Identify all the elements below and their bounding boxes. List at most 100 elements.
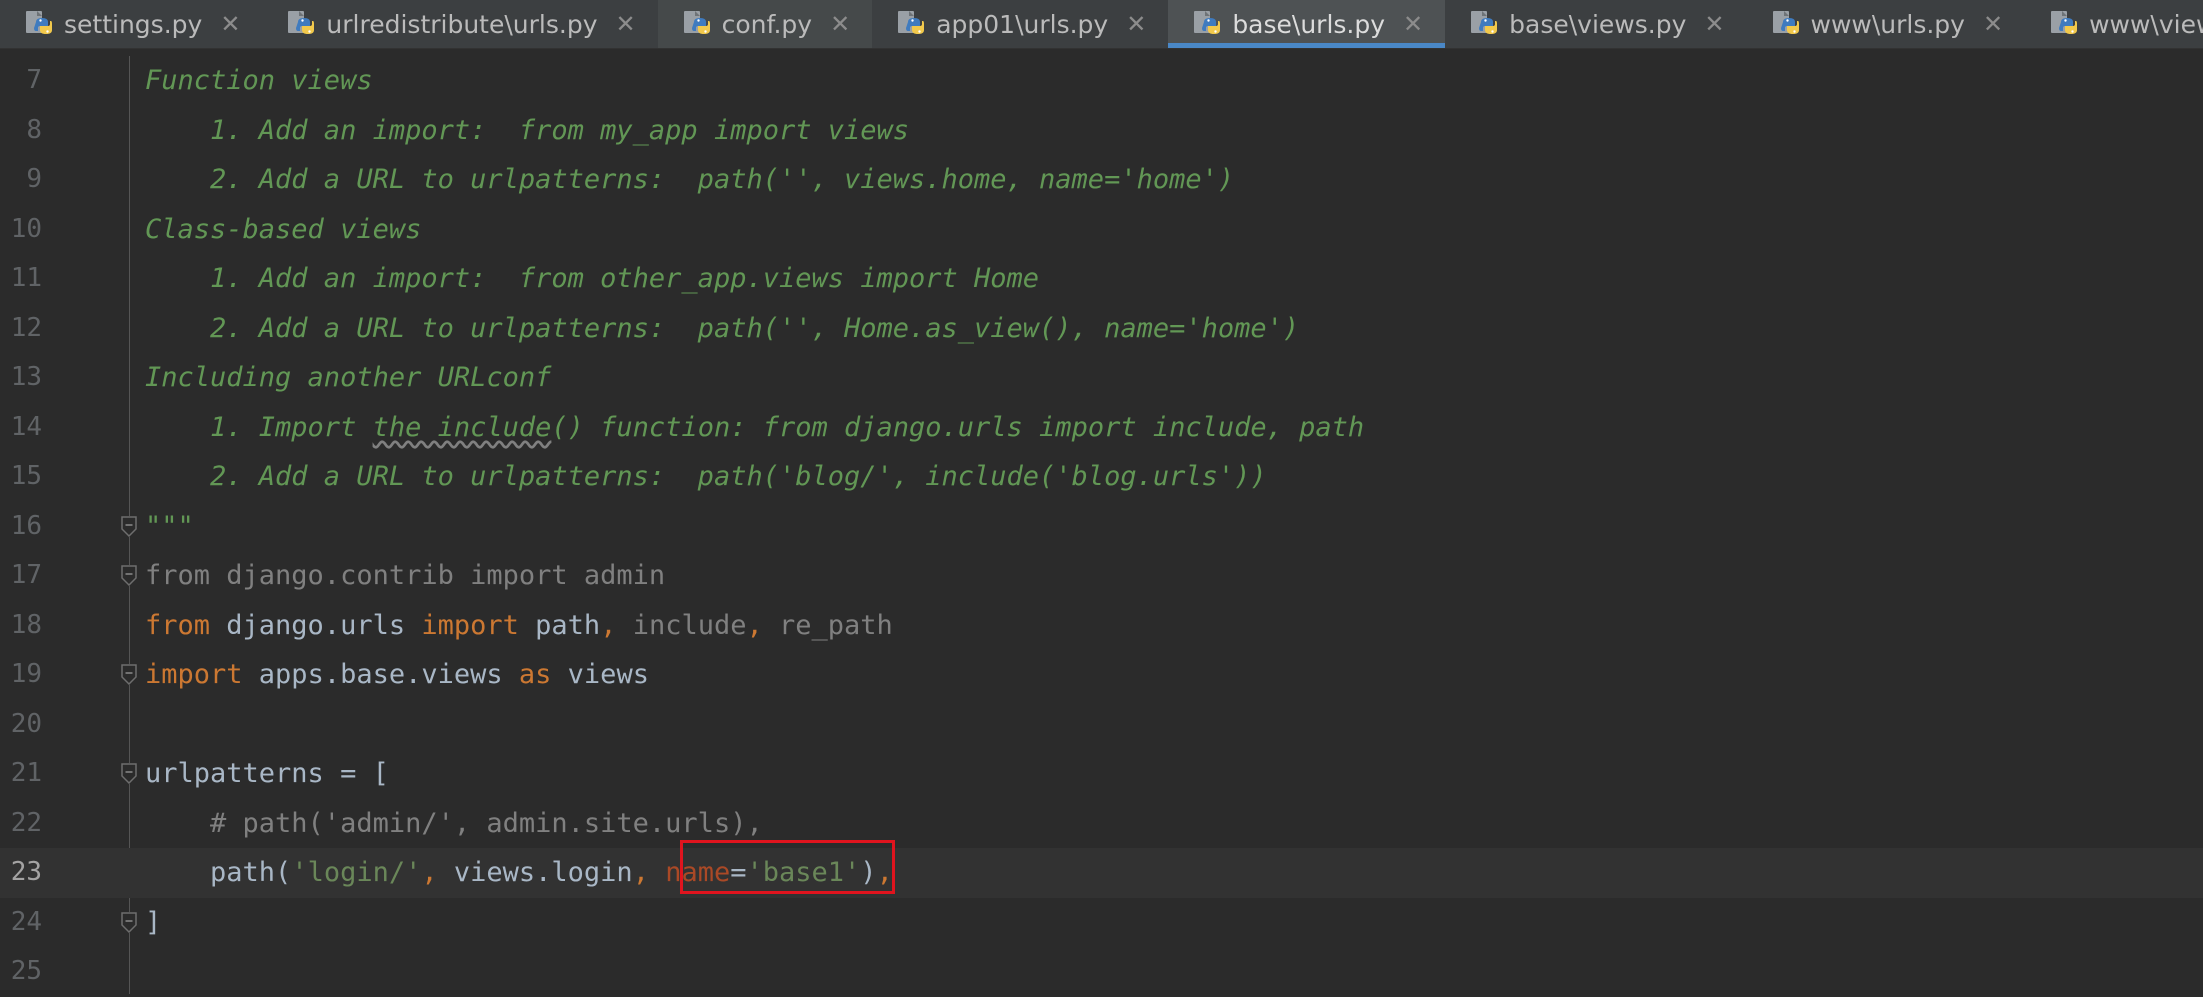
close-icon[interactable]: ✕ — [220, 10, 240, 38]
python-file-icon — [1772, 11, 1799, 34]
code-token: path — [535, 609, 601, 641]
highlight-annotation — [680, 840, 895, 894]
code-token: as — [518, 659, 568, 690]
close-icon[interactable]: ✕ — [1983, 10, 2003, 38]
code-line[interactable]: 20 — [0, 700, 2203, 750]
fold-marker-icon[interactable] — [121, 664, 137, 686]
tab-base-urls-py[interactable]: base\urls.py ✕ — [1168, 0, 1446, 48]
tab-settings-py[interactable]: settings.py ✕ — [0, 0, 263, 48]
code-token: views.login — [453, 857, 633, 888]
code-text: 2. Add a URL to urlpatterns: path('', Ho… — [145, 304, 1299, 354]
line-number: 18 — [10, 609, 42, 640]
tab-base-views-py[interactable]: base\views.py ✕ — [1445, 0, 1747, 48]
code-text: ] — [145, 898, 161, 948]
tab-urlredistribute-urls-py[interactable]: urlredistribute\urls.py ✕ — [262, 0, 658, 48]
line-number: 22 — [10, 807, 42, 838]
line-number: 17 — [10, 560, 42, 590]
code-line[interactable]: 21 urlpatterns = [ — [0, 749, 2203, 799]
code-token: 2. Add a URL to urlpatterns: path('', vi… — [145, 164, 1235, 195]
code-token: # path('admin/', admin.site.urls), — [145, 807, 763, 839]
python-file-icon — [2051, 11, 2078, 34]
tab-conf-py[interactable]: conf.py ✕ — [657, 0, 873, 48]
code-line[interactable]: 16 """ — [0, 502, 2203, 552]
tab-app01-urls-py[interactable]: app01\urls.py ✕ — [872, 0, 1169, 48]
code-text: Including another URLconf — [145, 353, 551, 403]
fold-marker-icon[interactable] — [121, 763, 137, 785]
code-line[interactable]: 10 Class-based views — [0, 205, 2203, 255]
code-line[interactable]: 11 1. Add an import: from other_app.view… — [0, 254, 2203, 304]
code-line[interactable]: 8 1. Add an import: from my_app import v… — [0, 106, 2203, 156]
code-text: 1. Add an import: from my_app import vie… — [145, 106, 909, 156]
code-token: () function: from django.urls import inc… — [551, 411, 1365, 443]
code-line[interactable]: 9 2. Add a URL to urlpatterns: path('', … — [0, 155, 2203, 205]
python-file-icon — [26, 11, 52, 34]
code-text: 2. Add a URL to urlpatterns: path('blog/… — [145, 452, 1267, 502]
code-token: urlpatterns = [ — [145, 758, 389, 789]
code-line[interactable]: 17 from django.contrib import admin — [0, 551, 2203, 601]
tab-label: settings.py — [64, 9, 203, 39]
code-text: # path('admin/', admin.site.urls), — [145, 799, 763, 849]
line-number: 8 — [26, 114, 42, 145]
code-line[interactable]: 13 Including another URLconf — [0, 353, 2203, 403]
code-token: , — [746, 609, 780, 641]
code-text: import apps.base.views as views — [145, 650, 649, 700]
fold-marker-icon[interactable] — [121, 515, 137, 537]
tab-label: base\urls.py — [1232, 9, 1386, 39]
code-line[interactable]: 12 2. Add a URL to urlpatterns: path('',… — [0, 304, 2203, 354]
code-token: apps.base.views — [258, 659, 519, 690]
code-line[interactable]: 15 2. Add a URL to urlpatterns: path('bl… — [0, 452, 2203, 502]
code-line[interactable]: 7 Function views — [0, 56, 2203, 106]
code-token: include — [632, 609, 747, 641]
tab-www-views-py[interactable]: www\views.py✕ — [2025, 0, 2203, 48]
code-text: urlpatterns = [ — [145, 749, 389, 799]
line-number: 9 — [26, 164, 42, 194]
code-line[interactable]: 18 from django.urls import path, include,… — [0, 601, 2203, 651]
line-number: 23 — [10, 857, 42, 887]
code-token: Function views — [145, 65, 373, 96]
code-line[interactable]: 14 1. Import the include() function: fro… — [0, 403, 2203, 453]
code-line[interactable]: 22 # path('admin/', admin.site.urls), — [0, 799, 2203, 849]
tab-www-urls-py[interactable]: www\urls.py ✕ — [1746, 0, 2026, 48]
close-icon[interactable]: ✕ — [1403, 10, 1423, 38]
close-icon[interactable]: ✕ — [830, 10, 850, 38]
code-line[interactable]: 19 import apps.base.views as views — [0, 650, 2203, 700]
tab-label: conf.py — [721, 9, 813, 39]
code-token: , — [632, 857, 666, 888]
code-text: 1. Add an import: from other_app.views i… — [145, 254, 1039, 304]
code-token: import — [421, 609, 536, 641]
tab-label: base\views.py — [1509, 9, 1687, 39]
code-line[interactable]: 25 — [0, 947, 2203, 997]
line-number: 15 — [10, 461, 42, 491]
close-icon[interactable]: ✕ — [616, 10, 636, 38]
python-file-icon — [683, 11, 710, 34]
line-number: 13 — [10, 362, 42, 392]
code-token: 'login/' — [291, 857, 422, 888]
fold-marker-icon[interactable] — [121, 565, 137, 587]
line-number: 19 — [10, 659, 42, 689]
code-token: django.urls — [226, 609, 422, 641]
tab-label: www\views.py — [2089, 9, 2203, 39]
python-file-icon — [898, 11, 925, 34]
code-token: """ — [145, 510, 194, 542]
code-line[interactable]: 24] — [0, 898, 2203, 948]
code-token: 1. Import — [145, 411, 373, 443]
fold-marker-icon[interactable] — [121, 911, 137, 933]
code-token: Class-based views — [145, 213, 422, 245]
line-number: 16 — [10, 510, 42, 541]
code-line[interactable]: 23 path('login/', views.login, name='bas… — [0, 848, 2203, 898]
line-number: 14 — [10, 411, 42, 442]
close-icon[interactable]: ✕ — [1126, 10, 1146, 38]
code-token: ] — [145, 906, 162, 938]
python-file-icon — [1471, 11, 1498, 34]
code-editor[interactable]: 7 Function views 8 1. Add an import: from … — [0, 56, 2203, 994]
line-number: 20 — [10, 708, 42, 739]
code-text: 2. Add a URL to urlpatterns: path('', vi… — [145, 155, 1234, 205]
python-file-icon — [288, 11, 315, 34]
line-number: 12 — [10, 312, 42, 343]
code-token: the include — [372, 411, 552, 443]
code-token: import — [145, 659, 259, 690]
line-number: 24 — [10, 906, 42, 937]
tab-label: app01\urls.py — [936, 9, 1109, 39]
code-token: 2. Add a URL to urlpatterns: path('blog/… — [145, 461, 1267, 492]
close-icon[interactable]: ✕ — [1704, 10, 1724, 38]
